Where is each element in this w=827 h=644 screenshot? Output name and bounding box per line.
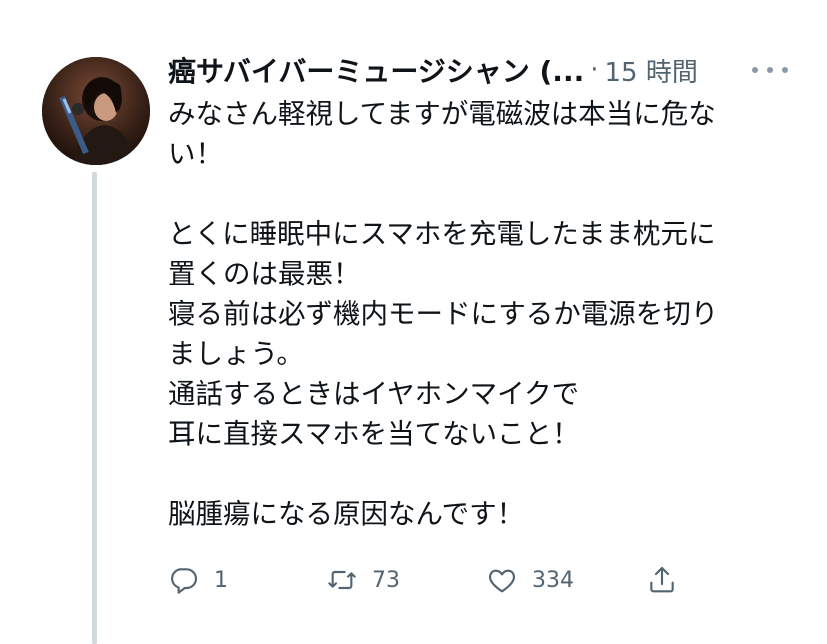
thread-connector-line [92,172,97,644]
tweet-text: みなさん軽視してますが電磁波は本当に危な い！ とくに睡眠中にスマホを充電したま… [168,94,778,534]
reply-button[interactable]: 1 [168,560,228,600]
retweet-button[interactable]: 73 [326,560,400,600]
tweet-text-line: みなさん軽視してますが電磁波は本当に危な [168,98,716,130]
timestamp[interactable]: 15 時間 [604,52,697,89]
musician-avatar-icon [42,57,150,165]
reply-count: 1 [214,567,228,593]
tweet-text-line [168,174,778,214]
tweet-text-line: とくに睡眠中にスマホを充電したまま枕元に [168,218,716,250]
more-dot [767,67,773,73]
retweet-count: 73 [372,567,400,593]
more-options-icon[interactable] [752,56,788,84]
like-button[interactable]: 334 [486,560,574,600]
tweet-text-line: い！ [168,138,223,170]
retweet-icon [328,570,356,590]
share-icon [650,566,674,593]
tweet-text-line: 脳腫瘍になる原因なんです！ [168,498,525,530]
like-count: 334 [532,567,574,593]
reply-icon [171,568,198,594]
tweet-text-line: ましょう。 [168,338,304,370]
avatar[interactable] [42,57,150,165]
tweet-text-line: 寝る前は必ず機内モードにするか電源を切り [168,298,719,330]
tweet-header: 癌サバイバーミュージシャン (... · 15 時間 [168,50,788,90]
more-dot [752,67,758,73]
tweet-text-line: 通話するときはイヤホンマイクで [168,378,580,410]
tweet-actions: 1 73 334 [168,560,708,600]
tweet-text-line: 耳に直接スマホを当てないこと！ [168,418,580,450]
author-name[interactable]: 癌サバイバーミュージシャン (... [168,50,584,90]
more-dot [782,67,788,73]
share-button[interactable] [646,560,678,600]
tweet: 癌サバイバーミュージシャン (... · 15 時間 みなさん軽視してますが電磁… [0,0,827,644]
tweet-text-line: 置くのは最悪！ [168,258,361,290]
tweet-text-line [168,454,778,494]
separator-dot: · [590,55,599,85]
heart-icon [488,569,516,593]
